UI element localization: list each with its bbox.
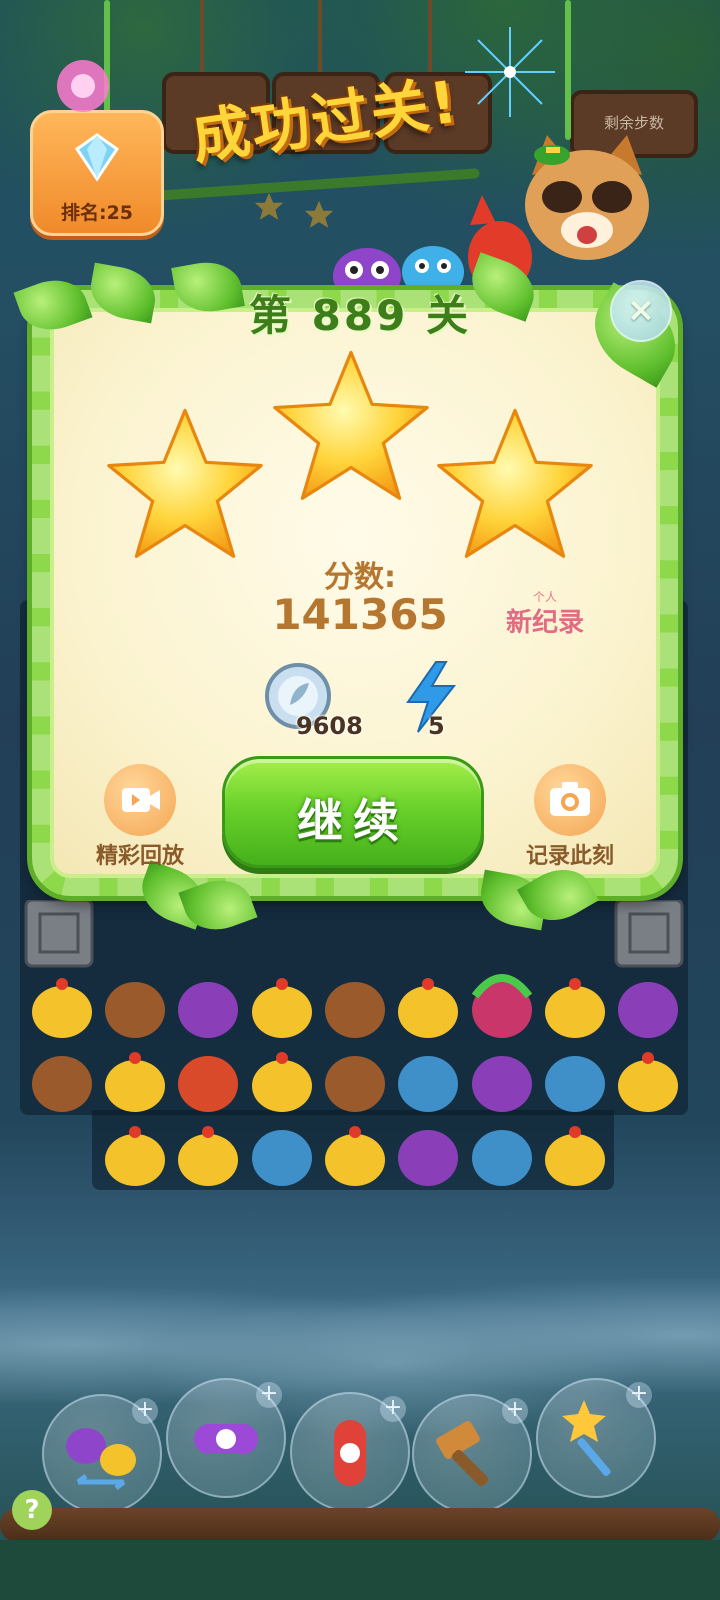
owl-piece-icon: [398, 1130, 458, 1186]
magic-wand-booster-button[interactable]: +: [536, 1378, 656, 1498]
level-number-title: 第 889 关: [249, 291, 471, 340]
stone-block-icon: [614, 900, 684, 968]
chick-piece-icon: [398, 978, 458, 1038]
bear-piece-icon: [325, 982, 385, 1038]
owl-piece-icon: [178, 982, 238, 1038]
add-booster-icon[interactable]: +: [626, 1382, 652, 1408]
bear-piece-icon: [105, 982, 165, 1038]
add-booster-icon[interactable]: +: [502, 1398, 528, 1424]
fireworks-icon: [465, 27, 555, 117]
horizontal-rocket-booster-button[interactable]: +: [166, 1378, 286, 1498]
chick-piece-icon: [252, 978, 312, 1038]
vine: [565, 0, 571, 140]
diamond-rank-icon: [74, 133, 120, 182]
replay-icon-bg: [104, 764, 176, 836]
chick-piece-icon: [545, 978, 605, 1038]
add-booster-icon[interactable]: +: [256, 1382, 282, 1408]
add-booster-icon[interactable]: +: [132, 1398, 158, 1424]
raccoon-mascot-icon: [525, 135, 649, 260]
chick-piece-icon: [325, 1126, 385, 1186]
progress-star-icon: [304, 200, 334, 228]
swap-booster-button[interactable]: +: [42, 1394, 162, 1514]
vertical-rocket-booster-button[interactable]: +: [290, 1392, 410, 1512]
star-1-icon: [107, 408, 263, 558]
chick-piece-icon: [105, 1052, 165, 1112]
tree-branch: [0, 1508, 720, 1542]
replay-highlight-button[interactable]: 精彩回放: [70, 764, 210, 874]
hippo-piece-icon: [398, 1056, 458, 1112]
help-button[interactable]: ?: [12, 1490, 52, 1530]
progress-star-icon: [254, 192, 284, 220]
fox-piece-icon: [178, 1056, 238, 1112]
rank-badge[interactable]: 排名:25: [30, 110, 164, 236]
sign-rope: [318, 0, 322, 80]
chick-piece-icon: [618, 1052, 678, 1112]
coin-count: 9608: [296, 712, 363, 740]
continue-button[interactable]: 继续: [222, 756, 484, 868]
hippo-piece-icon: [545, 1056, 605, 1112]
owl-piece-icon: [618, 982, 678, 1038]
star-3-icon: [437, 408, 593, 558]
board-pieces: [24, 900, 684, 1186]
capture-label: 记录此刻: [525, 844, 614, 869]
close-button[interactable]: ×: [610, 280, 672, 342]
new-record-badge: 个人 新纪录: [480, 588, 610, 648]
hippo-piece-icon: [472, 1130, 532, 1186]
star-2-icon: [273, 350, 429, 500]
chick-piece-icon: [252, 1052, 312, 1112]
owl-piece-icon: [472, 1056, 532, 1112]
capture-icon-bg: [534, 764, 606, 836]
chick-piece-icon: [178, 1126, 238, 1186]
ground-foliage: [0, 1540, 720, 1600]
camera-icon: [550, 782, 590, 816]
score-value: 141365: [272, 590, 448, 639]
rainbow-owl-piece-icon: [471, 974, 533, 1038]
bear-piece-icon: [325, 1056, 385, 1112]
rank-label: 排名:25: [60, 202, 134, 224]
chick-piece-icon: [545, 1126, 605, 1186]
hammer-booster-button[interactable]: +: [412, 1394, 532, 1514]
chick-piece-icon: [105, 1126, 165, 1186]
chick-piece-icon: [32, 978, 92, 1038]
continue-label: 继续: [297, 794, 409, 848]
flower-decoration-icon: [57, 60, 109, 112]
bear-piece-icon: [32, 1056, 92, 1112]
add-booster-icon[interactable]: +: [380, 1396, 406, 1422]
replay-label: 精彩回放: [95, 844, 184, 869]
sign-rope: [200, 0, 204, 80]
record-badge-main: 新纪录: [505, 608, 584, 638]
energy-count: 5: [428, 712, 445, 740]
video-camera-icon: [122, 788, 160, 812]
stone-block-icon: [24, 900, 94, 968]
hippo-piece-icon: [252, 1130, 312, 1186]
capture-moment-button[interactable]: 记录此刻: [500, 764, 640, 874]
